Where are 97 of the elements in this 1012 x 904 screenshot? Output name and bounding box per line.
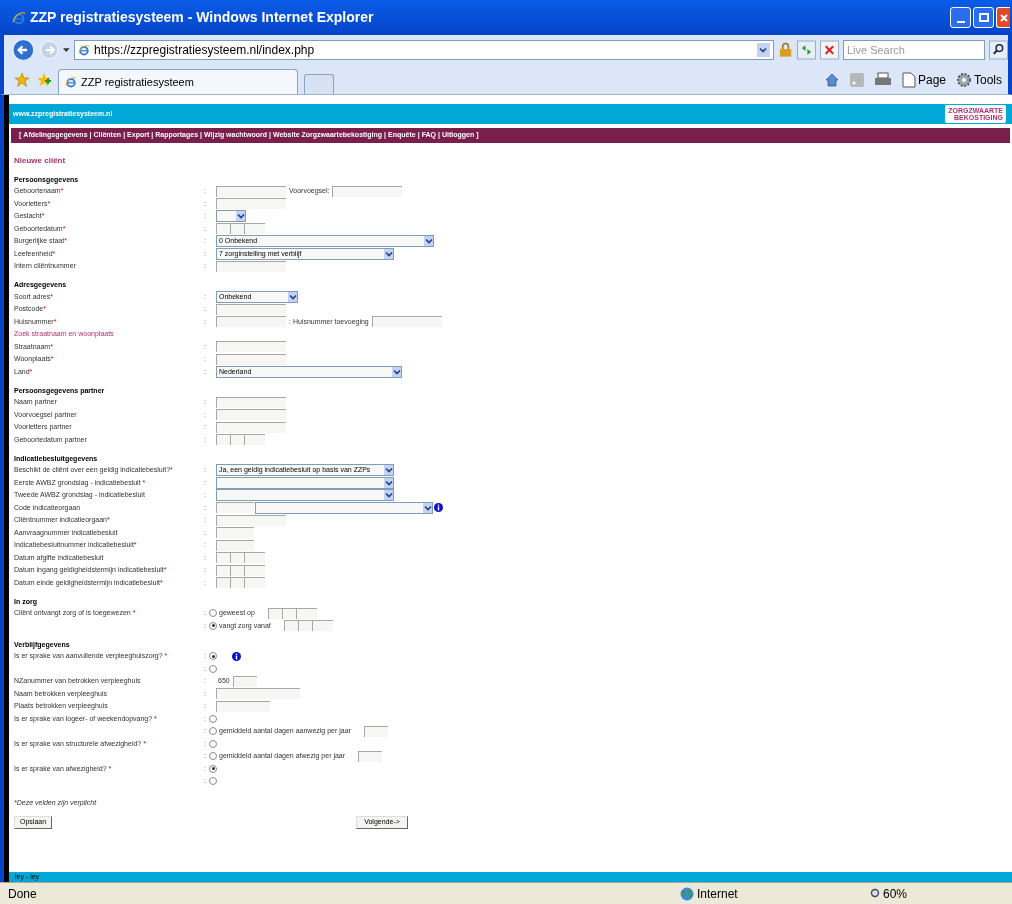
input-field[interactable]: [230, 552, 244, 564]
input-field[interactable]: [244, 223, 265, 235]
input-field[interactable]: [358, 750, 383, 762]
input-field[interactable]: [216, 303, 286, 315]
search-icon[interactable]: [989, 40, 1008, 60]
input-field[interactable]: [216, 316, 286, 328]
input-field[interactable]: [216, 260, 286, 272]
radio-button[interactable]: [209, 739, 217, 748]
browser-tab[interactable]: ZZP registratiesysteem: [58, 69, 298, 94]
chevron-down-icon: [236, 212, 245, 221]
input-field[interactable]: [216, 198, 286, 210]
input-field[interactable]: [244, 564, 265, 576]
radio-button[interactable]: [209, 714, 217, 723]
dropdown-icon[interactable]: [63, 47, 71, 53]
input-field[interactable]: [281, 607, 296, 619]
new-tab-button[interactable]: [304, 74, 334, 94]
print-icon[interactable]: [873, 71, 892, 88]
refresh-icon[interactable]: [797, 40, 816, 60]
input-field[interactable]: [230, 434, 244, 446]
browser-logo-icon: [12, 10, 26, 25]
star-icon[interactable]: [14, 71, 30, 88]
gear-icon[interactable]: [956, 71, 972, 88]
input-field[interactable]: [244, 552, 265, 564]
select-field[interactable]: [255, 501, 433, 514]
radio-button[interactable]: [209, 752, 217, 761]
browser-logo-icon: [78, 44, 91, 56]
feed-icon[interactable]: [849, 72, 864, 87]
radio-button[interactable]: [209, 609, 217, 618]
chevron-down-icon: [384, 249, 393, 258]
input-field[interactable]: [216, 502, 254, 514]
input-field[interactable]: [216, 341, 286, 353]
input-field[interactable]: [216, 185, 286, 197]
window-title: ZZP registratiesysteem - Windows Internet Explorer: [30, 8, 374, 27]
input-field[interactable]: [216, 552, 230, 564]
radio-button[interactable]: [209, 764, 217, 773]
input-field[interactable]: [297, 620, 312, 632]
input-field[interactable]: [216, 539, 254, 551]
input-field[interactable]: [230, 564, 244, 576]
input-field[interactable]: [216, 700, 270, 712]
chevron-down-icon: [392, 367, 401, 376]
input-field[interactable]: [216, 421, 286, 433]
input-field[interactable]: [363, 725, 388, 737]
page-menu[interactable]: Page: [917, 70, 946, 89]
radio-button[interactable]: [209, 777, 217, 786]
select-field[interactable]: [216, 489, 394, 502]
page-icon[interactable]: [901, 71, 916, 88]
input-field[interactable]: [216, 353, 286, 365]
chevron-down-icon: [424, 237, 433, 246]
input-field[interactable]: [232, 675, 257, 687]
input-field[interactable]: [332, 185, 403, 197]
security-zone: Internet: [697, 885, 738, 903]
restore-button[interactable]: [973, 7, 994, 28]
input-field[interactable]: [230, 223, 244, 235]
input-field[interactable]: [267, 607, 282, 619]
close-button[interactable]: [996, 7, 1010, 28]
address-field[interactable]: https://zzpregistratiesysteem.nl/index.php: [74, 40, 774, 60]
zoom-icon[interactable]: [870, 888, 881, 899]
radio-button[interactable]: [209, 621, 217, 630]
select-field[interactable]: [216, 476, 394, 489]
close-icon: [999, 13, 1008, 22]
input-field[interactable]: [216, 223, 230, 235]
input-field[interactable]: [244, 577, 265, 589]
info-icon[interactable]: [232, 651, 241, 661]
status-text: Done: [7, 885, 38, 903]
input-field[interactable]: [216, 434, 230, 446]
browser-logo-icon: [65, 76, 77, 88]
radio-button[interactable]: [209, 727, 217, 736]
input-field[interactable]: [311, 620, 333, 632]
input-field[interactable]: [295, 607, 317, 619]
input-field[interactable]: [216, 396, 286, 408]
input-field[interactable]: [216, 514, 286, 526]
chevron-down-icon: [759, 46, 768, 54]
back-icon[interactable]: [12, 38, 35, 62]
home-icon[interactable]: [823, 71, 840, 88]
tools-menu[interactable]: Tools: [974, 70, 1002, 89]
input-field[interactable]: [216, 688, 300, 700]
add-favorite-icon[interactable]: [36, 71, 52, 88]
chevron-down-icon: [423, 503, 432, 512]
info-icon[interactable]: [434, 503, 443, 513]
lock-icon[interactable]: [777, 42, 794, 58]
input-field[interactable]: [371, 316, 442, 328]
input-field[interactable]: [244, 434, 265, 446]
input-field[interactable]: [216, 409, 286, 421]
minimize-button[interactable]: [950, 7, 971, 28]
page-title: Nieuwe cliënt: [14, 155, 67, 167]
select-field[interactable]: [216, 210, 246, 223]
input-field[interactable]: [216, 527, 254, 539]
input-field[interactable]: [216, 577, 230, 589]
stop-icon[interactable]: [820, 40, 839, 60]
radio-button[interactable]: [209, 652, 217, 661]
input-field[interactable]: [216, 564, 230, 576]
input-field[interactable]: [283, 620, 298, 632]
input-field[interactable]: [230, 577, 244, 589]
chevron-down-icon: [288, 292, 297, 301]
globe-icon: [680, 886, 694, 901]
zoom-level[interactable]: 60%: [883, 884, 908, 903]
radio-button[interactable]: [209, 664, 217, 673]
